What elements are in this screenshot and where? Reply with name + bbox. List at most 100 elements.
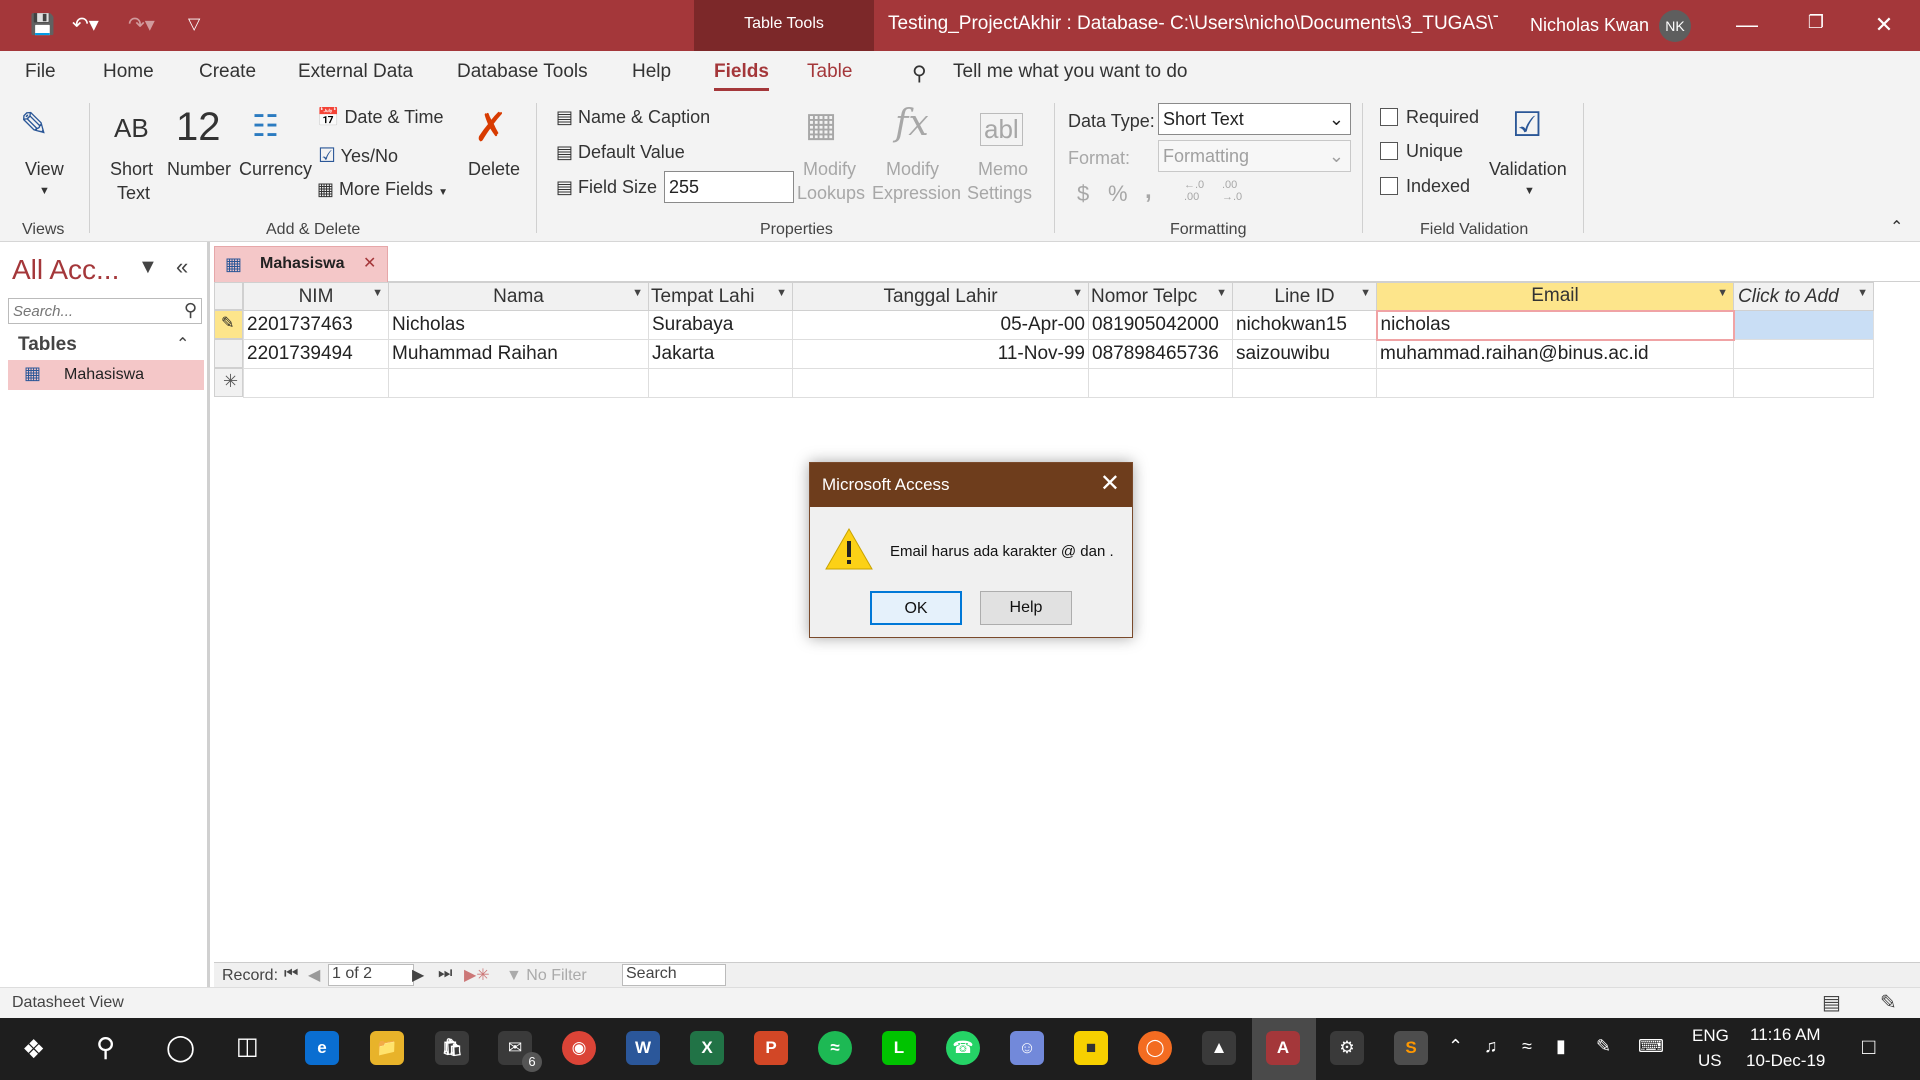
cell-nama[interactable] [388,368,649,398]
memo-settings-button-line2[interactable]: Settings [967,183,1032,204]
name-caption-button[interactable]: ▤ Name & Caption [556,107,710,128]
column-header[interactable]: NIM ▼ [243,282,389,311]
redo-icon[interactable]: ↷▾ [128,14,155,36]
chevron-down-icon[interactable]: ▼ [632,287,643,299]
search-icon[interactable]: ⚲ [184,300,197,321]
tab-create[interactable]: Create [199,61,256,83]
no-filter-button[interactable]: ▼ No Filter [506,967,587,985]
tab-file[interactable]: File [25,61,56,83]
chevron-down-icon[interactable]: ▼ [1857,287,1868,299]
cell-nama[interactable]: Muhammad Raihan [388,339,649,369]
tab-table[interactable]: Table [807,61,852,83]
cell-tempat-lahir[interactable] [648,368,793,398]
column-header-email[interactable]: Email ▼ [1376,282,1734,311]
input-language[interactable]: ENG [1692,1026,1729,1046]
more-fields-button[interactable]: ▦ More Fields ▼ [317,179,448,200]
last-record-icon[interactable]: ⏭ [438,965,452,983]
battery-icon[interactable]: ▮ [1556,1036,1566,1057]
chevron-down-icon[interactable]: ▼ [39,185,50,197]
store-icon[interactable]: 🛍 [435,1031,469,1065]
nav-item-mahasiswa[interactable]: ▦ Mahasiswa [8,360,204,390]
photos-icon[interactable]: ▲ [1202,1031,1236,1065]
pen-icon[interactable]: ✎ [1596,1036,1611,1057]
input-region[interactable]: US [1698,1051,1722,1071]
chevron-down-icon[interactable]: ▼ [372,287,383,299]
cell-tanggal-lahir[interactable]: 11-Nov-99 [792,339,1089,369]
cell-click-to-add[interactable] [1733,310,1874,340]
nav-search-box[interactable]: ⚲ [8,298,202,324]
wifi-icon[interactable]: ≈ [1522,1036,1532,1057]
percent-format-button[interactable]: % [1108,181,1128,207]
row-selector[interactable]: ✎ [214,310,243,339]
modify-lookups-button[interactable]: Modify [803,159,856,180]
cell-line-id[interactable] [1232,368,1377,398]
volume-icon[interactable]: ♫ [1484,1036,1498,1057]
currency-icon[interactable]: ☷ [252,109,279,144]
select-all-corner[interactable] [214,282,243,310]
data-type-select[interactable]: Short Text ⌄ [1158,103,1351,135]
delete-icon[interactable]: ✗ [474,105,508,151]
cell-email[interactable] [1376,368,1734,398]
click-to-add-header[interactable]: Click to Add ▼ [1733,282,1874,311]
close-icon[interactable]: ✕ [1864,12,1904,38]
chevron-down-icon[interactable]: ▼ [1524,185,1535,197]
cell-tanggal-lahir[interactable] [792,368,1089,398]
view-icon[interactable]: ✎ [20,105,49,145]
chevron-down-icon[interactable]: ▼ [1072,287,1083,299]
tab-fields[interactable]: Fields [714,61,769,91]
view-button[interactable]: View [25,159,64,180]
collapse-ribbon-icon[interactable]: ⌃ [1890,217,1903,237]
short-text-icon[interactable]: AB [114,113,149,144]
keyboard-icon[interactable]: ⌨ [1638,1036,1664,1057]
close-tab-icon[interactable]: ✕ [363,247,376,281]
cell-nama[interactable]: Nicholas [388,310,649,340]
field-size-input[interactable]: 255 [664,171,794,203]
row-selector[interactable]: ✳ [214,368,243,397]
column-header[interactable]: Nomor Telpc ▼ [1088,282,1233,311]
required-checkbox[interactable]: Required [1380,107,1479,128]
validation-button[interactable]: Validation [1489,159,1567,180]
validation-icon[interactable]: ☑ [1512,105,1542,145]
short-text-button-line2[interactable]: Text [117,183,150,204]
show-hidden-icons[interactable]: ⌃ [1448,1036,1463,1057]
cell-nim[interactable] [243,368,389,398]
search-icon[interactable]: ⚲ [96,1032,115,1063]
comma-format-button[interactable]: , [1145,177,1152,205]
tab-external-data[interactable]: External Data [298,61,413,83]
cell-line-id[interactable]: nichokwan15 [1232,310,1377,340]
customize-qat-icon[interactable]: ▽ [188,14,200,36]
increase-decimals-icon[interactable]: ←.0.00 [1184,179,1204,203]
sublime-text-icon[interactable]: S [1394,1031,1428,1065]
current-record-input[interactable]: 1 of 2 [328,964,414,986]
cell-email[interactable]: nicholas [1375,309,1735,341]
cell-nomor-telp[interactable]: 087898465736 [1088,339,1233,369]
user-name[interactable]: Nicholas Kwan [1530,0,1649,51]
ok-button[interactable]: OK [870,591,962,625]
task-view-icon[interactable]: ◫ [236,1032,259,1061]
chevron-down-icon[interactable]: ▼ [1216,287,1227,299]
excel-icon[interactable]: X [690,1031,724,1065]
file-explorer-icon[interactable]: 📁 [370,1031,404,1065]
save-icon[interactable]: 💾 [30,14,55,36]
currency-format-button[interactable]: $ [1077,181,1089,207]
yes-no-button[interactable]: ☑ Yes/No [318,143,398,168]
tab-mahasiswa[interactable]: ▦ Mahasiswa ✕ [214,246,388,282]
cell-click-to-add[interactable] [1733,339,1874,369]
cell-tempat-lahir[interactable]: Jakarta [648,339,793,369]
section-header-tables[interactable]: Tables [18,334,77,356]
number-button[interactable]: Number [167,159,231,180]
avatar[interactable]: NK [1659,10,1691,42]
nav-menu-icon[interactable]: ▼︎ [138,256,158,279]
currency-button[interactable]: Currency [239,159,312,180]
cell-nim[interactable]: 2201737463 [243,310,389,340]
cell-line-id[interactable]: saizouwibu [1232,339,1377,369]
discord-icon[interactable]: ☺ [1010,1031,1044,1065]
format-select[interactable]: Formatting ⌄ [1158,140,1351,172]
column-header[interactable]: Line ID ▼ [1232,282,1377,311]
modify-expression-button[interactable]: Modify [886,159,939,180]
tab-database-tools[interactable]: Database Tools [457,61,588,83]
unique-checkbox[interactable]: Unique [1380,141,1463,162]
line-icon[interactable]: L [882,1031,916,1065]
delete-button[interactable]: Delete [468,159,520,180]
first-record-icon[interactable]: ⏮ [284,965,298,983]
